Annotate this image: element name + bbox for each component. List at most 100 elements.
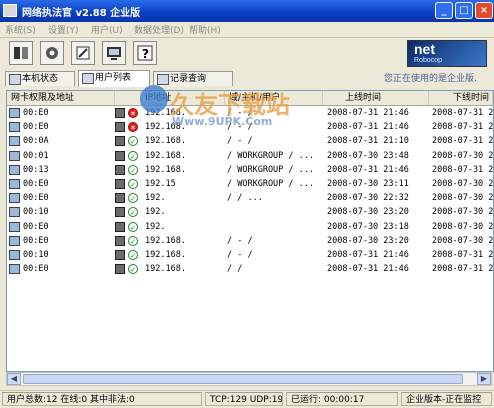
tool-button-3[interactable]: [71, 41, 95, 65]
table-row[interactable]: 00:E0 ✓ 192.168. / - / 2008-07-30 23:20 2008-…: [7, 235, 493, 247]
ip-cell: 192.15: [145, 179, 176, 189]
menu-data[interactable]: 数据处理(D): [134, 23, 184, 36]
online-check-icon: ✓: [128, 221, 138, 232]
device-icon: [14, 47, 28, 59]
status-edition: 企业版本-正在监控: [401, 392, 492, 406]
monitor-icon: [115, 136, 125, 147]
tab-user-list[interactable]: 用户列表: [78, 70, 150, 87]
online-check-icon: ✓: [128, 193, 138, 204]
ip-cell: 192.168.: [145, 264, 186, 275]
offline-cell: 2008-07-30 23: [432, 221, 493, 232]
status-users: 用户总数:12 在线:0 其中非法:0: [2, 392, 202, 406]
tool-button-2[interactable]: [40, 41, 64, 65]
host-cell: / / ...: [227, 193, 263, 204]
maximize-button[interactable]: □: [455, 2, 473, 19]
menu-help[interactable]: 帮助(H): [189, 23, 221, 36]
menu-settings[interactable]: 设置(Y): [48, 23, 79, 36]
status-uptime: 已运行: 00:00:17: [286, 392, 398, 406]
tab-label: 本机状态: [22, 74, 59, 84]
ip-cell: 192.168.: [145, 108, 186, 118]
mac-cell: 00:E0: [23, 264, 49, 275]
table-row[interactable]: 00:E0 ✓ 192.15 / WORKGROUP / ... 2008-07-30 …: [7, 178, 493, 190]
pc-icon: [9, 179, 20, 189]
scroll-left-icon[interactable]: ◀: [7, 373, 21, 385]
monitor-icon: [115, 235, 125, 246]
online-cell: 2008-07-30 22:32: [327, 193, 409, 204]
offline-cell: 2008-07-30 23: [432, 193, 493, 204]
mac-cell: 00:13: [23, 164, 49, 175]
host-cell: / WORKGROUP / ...: [227, 164, 314, 175]
monitor-icon: [115, 150, 125, 161]
scroll-thumb[interactable]: [23, 374, 463, 384]
edition-note: 您正在使用的是企业版.: [384, 74, 477, 84]
tool-button-1[interactable]: [9, 41, 33, 65]
host-cell: / - /: [227, 250, 253, 260]
table-row[interactable]: 00:0A ✓ 192.168. / - / 2008-07-31 21:10 2008-…: [7, 135, 493, 147]
online-check-icon: ✓: [128, 235, 138, 246]
table-row[interactable]: 00:E0 × 192.168. / - / 2008-07-31 21:46 2008-…: [7, 107, 493, 119]
computer-icon: [9, 74, 21, 85]
column-header-status[interactable]: [115, 91, 141, 105]
table-row[interactable]: 00:E0 ✓ 192. / / ... 2008-07-30 22:32 2008-07…: [7, 192, 493, 204]
tab-label: 记录查询: [170, 74, 207, 84]
table-row[interactable]: 00:E0 ✓ 192.168. / / 2008-07-31 21:46 2008-07…: [7, 263, 493, 275]
table-row[interactable]: 00:01 ✓ 192.168. / WORKGROUP / ... 2008-07-3…: [7, 150, 493, 162]
online-cell: 2008-07-31 21:46: [327, 264, 409, 275]
table-row[interactable]: 00:E0 × 192.168. / - / 2008-07-31 21:46 2008-…: [7, 121, 493, 133]
app-icon: [3, 4, 17, 17]
monitor-icon: [115, 207, 125, 218]
online-cell: 2008-07-30 23:20: [327, 207, 409, 218]
ip-cell: 192.168.: [145, 122, 186, 133]
column-header-offline[interactable]: 下线时间: [429, 91, 493, 105]
monitor-icon: [115, 250, 125, 260]
pc-icon: [9, 150, 20, 161]
online-check-icon: ✓: [128, 207, 138, 218]
online-check-icon: ✓: [128, 250, 138, 260]
close-button[interactable]: ×: [475, 2, 493, 19]
user-table[interactable]: 网卡权限及地址 IP地址 域/主机/用户 上线时间 下线时间 00:E0 × 192…: [6, 90, 494, 372]
mac-cell: 00:E0: [23, 193, 49, 204]
monitor-icon: [115, 179, 125, 189]
offline-cell: 2008-07-30 23: [432, 179, 493, 189]
offline-cell: 2008-07-31 21: [432, 108, 493, 118]
monitor-icon: [115, 221, 125, 232]
table-row[interactable]: 00:10 ✓ 192. 2008-07-30 23:20 2008-07-30 23: [7, 206, 493, 218]
mac-cell: 00:E0: [23, 221, 49, 232]
pc-icon: [9, 250, 20, 260]
table-row[interactable]: 00:13 ✓ 192.168. / WORKGROUP / ... 2008-07-3…: [7, 164, 493, 176]
online-cell: 2008-07-31 21:46: [327, 108, 409, 118]
host-cell: / - /: [227, 108, 253, 118]
online-cell: 2008-07-30 23:20: [327, 235, 409, 246]
ip-cell: 192.168.: [145, 150, 186, 161]
column-header-host[interactable]: 域/主机/用户: [225, 91, 323, 105]
offline-cell: 2008-07-31 21: [432, 250, 493, 260]
ip-cell: 192.: [145, 193, 166, 204]
minimize-button[interactable]: _: [435, 2, 453, 19]
pc-icon: [9, 207, 20, 218]
online-check-icon: ✓: [128, 264, 138, 275]
brand-sub: Robocop: [414, 57, 443, 64]
table-row[interactable]: 00:10 ✓ 192.168. / - / 2008-07-31 21:46 2008-…: [7, 249, 493, 261]
column-header-online[interactable]: 上线时间: [323, 91, 429, 105]
tab-record-query[interactable]: 记录查询: [153, 71, 233, 86]
online-cell: 2008-07-31 21:46: [327, 250, 409, 260]
online-cell: 2008-07-31 21:10: [327, 136, 409, 147]
column-header-ip[interactable]: IP地址: [141, 91, 225, 105]
ip-cell: 192.: [145, 221, 166, 232]
scroll-right-icon[interactable]: ▶: [477, 373, 491, 385]
menu-system[interactable]: 系统(S): [5, 23, 36, 36]
menu-users[interactable]: 用户(U): [91, 23, 123, 36]
tab-local-status[interactable]: 本机状态: [5, 71, 75, 86]
mac-cell: 00:01: [23, 150, 49, 161]
tool-button-4[interactable]: [102, 41, 126, 65]
column-header-mac[interactable]: 网卡权限及地址: [7, 91, 115, 105]
ip-cell: 192.: [145, 207, 166, 218]
horizontal-scrollbar[interactable]: ◀ ▶: [6, 372, 492, 386]
pc-icon: [9, 235, 20, 246]
offline-cell: 2008-07-31 21: [432, 136, 493, 147]
mac-cell: 00:E0: [23, 235, 49, 246]
online-cell: 2008-07-31 21:46: [327, 164, 409, 175]
mac-cell: 00:E0: [23, 122, 49, 133]
table-row[interactable]: 00:E0 ✓ 192. 2008-07-30 23:18 2008-07-30 23: [7, 221, 493, 233]
help-button[interactable]: ?: [133, 41, 157, 65]
